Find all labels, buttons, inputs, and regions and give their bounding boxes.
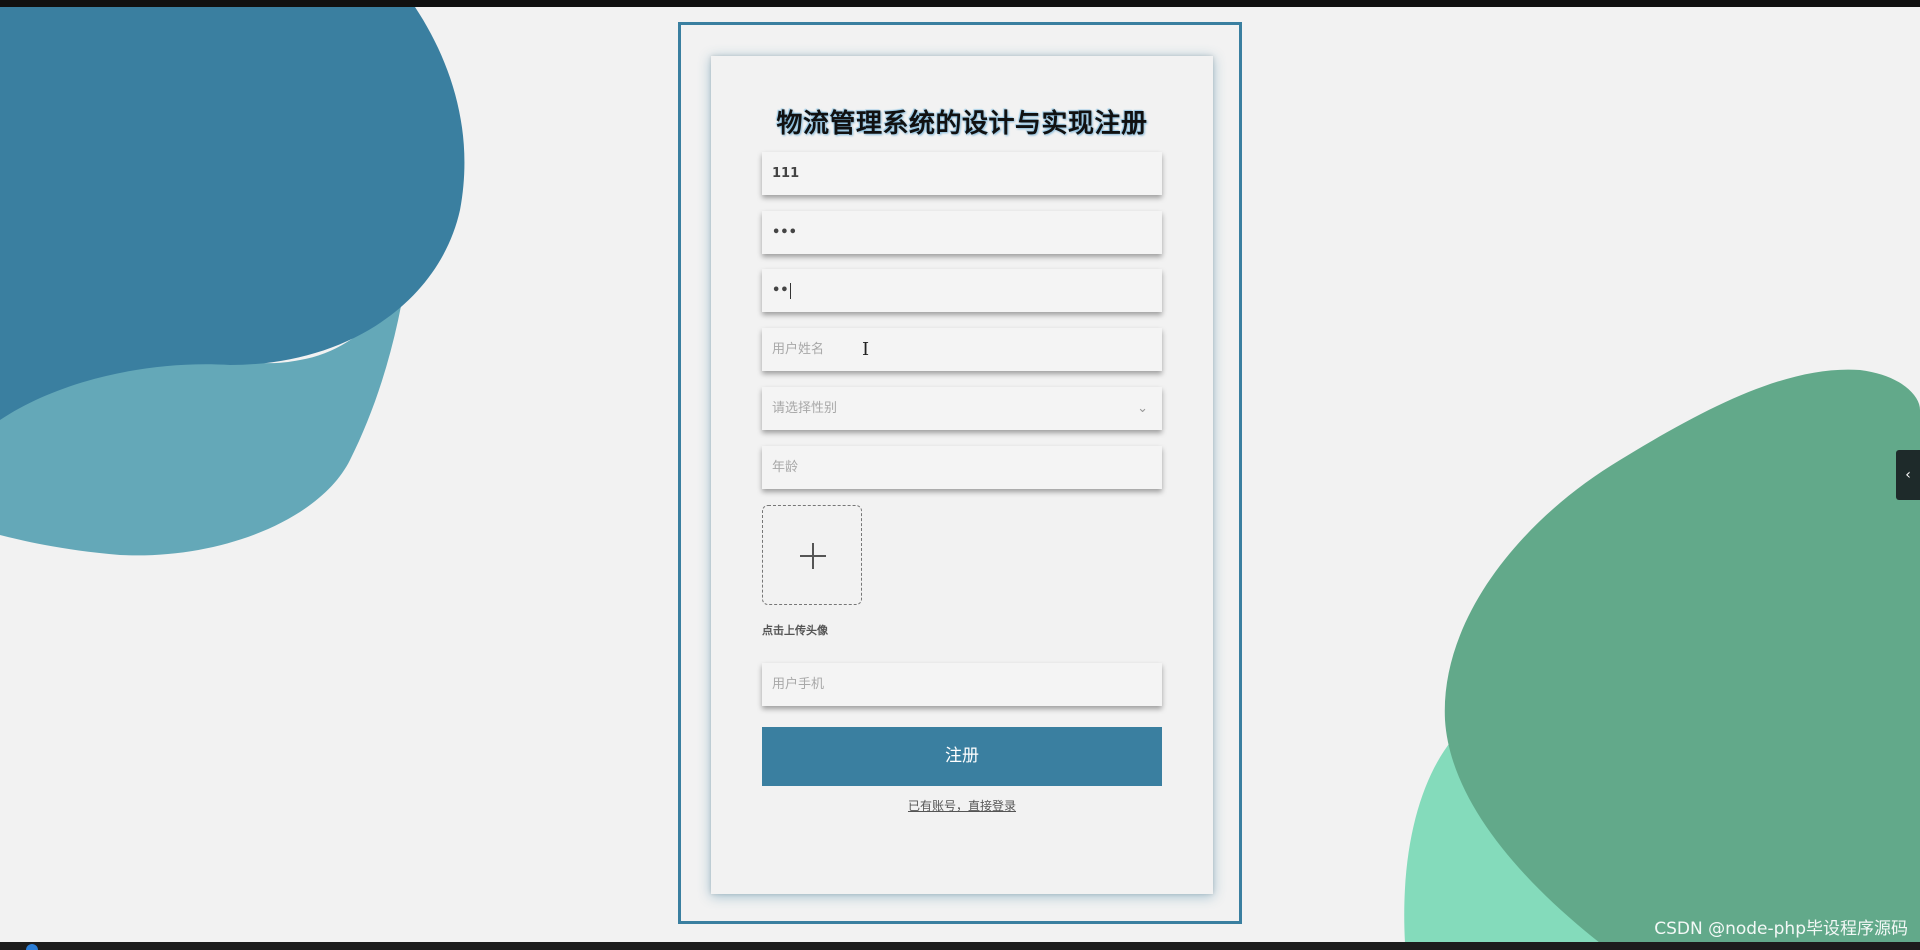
full-name-input[interactable]: 用户姓名	[762, 328, 1162, 371]
phone-placeholder: 用户手机	[772, 677, 825, 692]
avatar-upload-button[interactable]	[762, 505, 862, 605]
password-input[interactable]: •••	[762, 211, 1162, 254]
full-name-placeholder: 用户姓名	[772, 342, 825, 357]
password-value: •••	[772, 225, 797, 240]
text-cursor-icon: I	[862, 339, 870, 360]
progress-indicator	[26, 944, 38, 950]
username-value: 111	[772, 166, 800, 181]
plus-icon-vertical	[812, 543, 814, 569]
chevron-down-icon: ⌄	[1137, 401, 1148, 416]
username-input[interactable]: 111	[762, 152, 1162, 195]
age-input[interactable]: 年龄	[762, 446, 1162, 489]
chevron-left-icon: ‹	[1905, 467, 1911, 483]
side-panel-toggle[interactable]: ‹	[1896, 450, 1920, 500]
watermark: CSDN @node-php毕设程序源码	[1654, 919, 1908, 939]
text-caret	[789, 282, 791, 299]
phone-input[interactable]: 用户手机	[762, 663, 1162, 706]
page-title: 物流管理系统的设计与实现注册	[776, 109, 1148, 139]
upload-avatar-label: 点击上传头像	[762, 624, 828, 637]
green-blob	[1444, 369, 1920, 944]
gender-select[interactable]: 请选择性别 ⌄	[762, 387, 1162, 430]
dark-blue-blob	[0, 7, 465, 420]
age-placeholder: 年龄	[772, 460, 799, 475]
window-bottom-bar	[0, 942, 1920, 950]
gender-placeholder: 请选择性别	[772, 401, 838, 416]
confirm-password-input[interactable]: ••	[762, 269, 1162, 312]
confirm-password-value: ••	[772, 283, 789, 298]
register-card: 物流管理系统的设计与实现注册 111 ••• •• 用户姓名 请选择性别 ⌄ 年…	[711, 56, 1213, 894]
login-link[interactable]: 已有账号，直接登录	[711, 797, 1213, 814]
register-button[interactable]: 注册	[762, 727, 1162, 786]
